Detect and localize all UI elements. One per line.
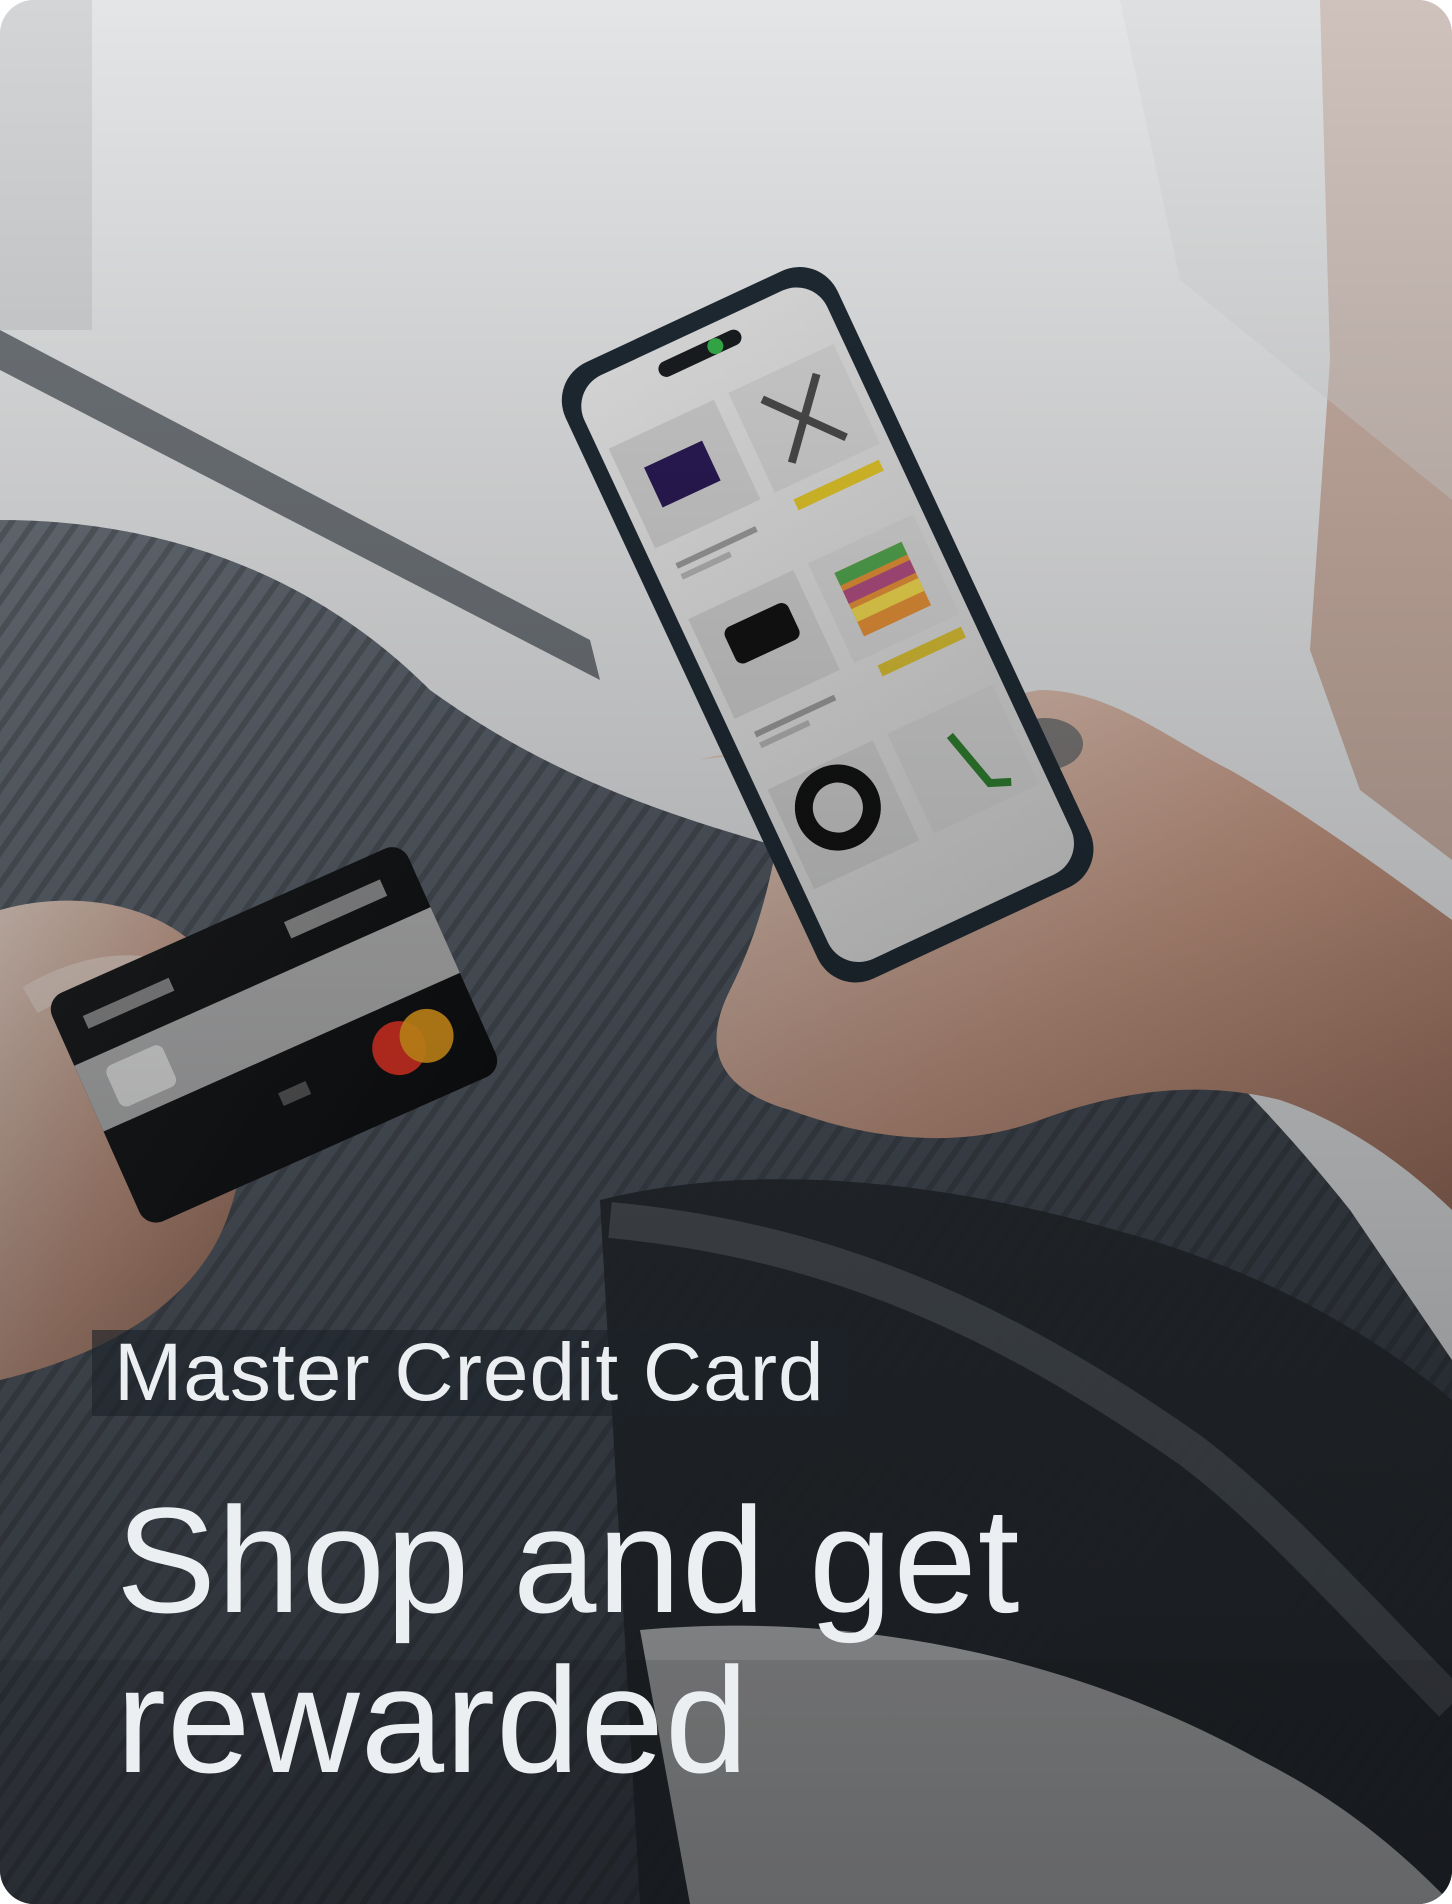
promo-headline: Shop and get rewarded — [116, 1476, 1021, 1804]
master-credit-card-promo[interactable]: Master Credit Card Shop and get rewarded — [0, 0, 1452, 1904]
card-type-label: Master Credit Card — [92, 1330, 847, 1416]
